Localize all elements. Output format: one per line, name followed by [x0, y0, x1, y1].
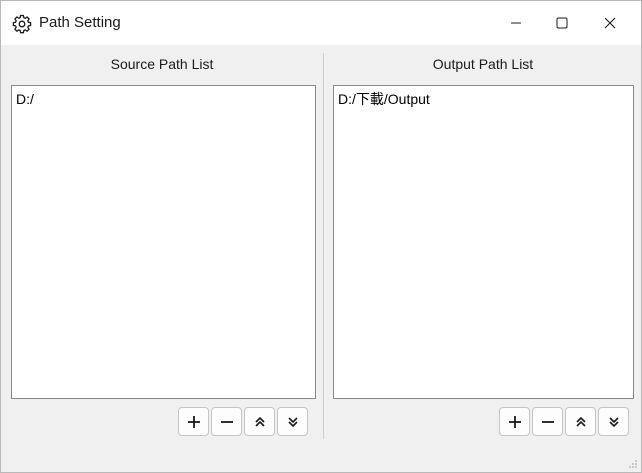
close-icon — [604, 17, 616, 29]
gear-icon — [12, 14, 32, 34]
remove-source-button[interactable] — [211, 407, 242, 436]
add-icon — [508, 415, 521, 428]
minimize-button[interactable] — [493, 1, 539, 45]
move-up-icon — [575, 416, 586, 427]
add-output-button[interactable] — [499, 407, 530, 436]
move-down-output-button[interactable] — [598, 407, 629, 436]
list-item[interactable]: D:/ — [12, 86, 315, 108]
move-up-source-button[interactable] — [244, 407, 275, 436]
add-icon — [187, 415, 200, 428]
maximize-icon — [556, 17, 568, 29]
output-path-list[interactable]: D:/下載/Output — [333, 85, 634, 399]
close-button[interactable] — [587, 1, 633, 45]
title-bar[interactable]: Path Setting — [1, 1, 641, 45]
add-source-button[interactable] — [178, 407, 209, 436]
move-down-icon — [287, 416, 298, 427]
move-up-output-button[interactable] — [565, 407, 596, 436]
resize-grip-icon[interactable] — [628, 459, 638, 469]
list-item[interactable]: D:/下載/Output — [334, 86, 633, 108]
source-path-panel: Source Path List D:/ — [1, 45, 323, 440]
move-down-icon — [608, 416, 619, 427]
remove-icon — [220, 420, 233, 423]
source-path-toolbar — [178, 407, 308, 436]
source-path-list[interactable]: D:/ — [11, 85, 316, 399]
window-title: Path Setting — [39, 14, 121, 31]
output-path-toolbar — [499, 407, 629, 436]
remove-output-button[interactable] — [532, 407, 563, 436]
move-up-icon — [254, 416, 265, 427]
remove-icon — [541, 420, 554, 423]
output-path-panel: Output Path List D:/下載/Output — [324, 45, 641, 440]
move-down-source-button[interactable] — [277, 407, 308, 436]
path-setting-window: Path Setting Source Path List D:/ Output… — [0, 0, 642, 473]
output-path-title: Output Path List — [432, 56, 534, 72]
source-path-title: Source Path List — [110, 56, 214, 72]
maximize-button[interactable] — [539, 1, 585, 45]
minimize-icon — [511, 22, 521, 24]
